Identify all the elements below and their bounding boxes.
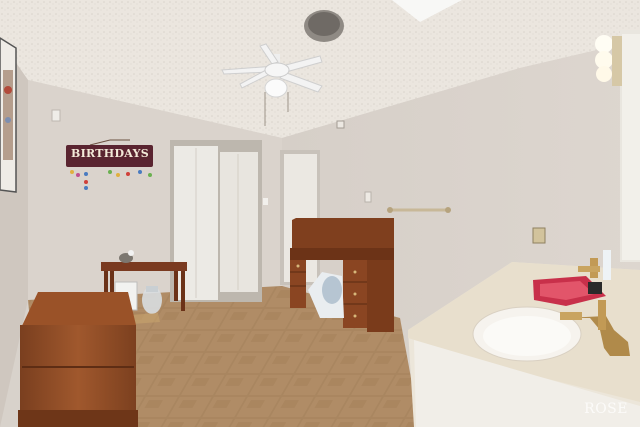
water-jug bbox=[142, 286, 162, 314]
birthdays-sign-text: BIRTHDAYS bbox=[71, 147, 149, 160]
outlet-plate bbox=[263, 198, 268, 205]
watermark-logo-text: ROSE bbox=[584, 401, 628, 417]
small-detector bbox=[336, 120, 345, 129]
light-switch bbox=[51, 109, 61, 122]
vanity-light bbox=[595, 35, 622, 86]
room-illustration bbox=[0, 0, 640, 427]
thermostat bbox=[364, 191, 372, 203]
wall-outlet bbox=[532, 227, 546, 244]
mirror bbox=[620, 30, 640, 262]
wall-art bbox=[0, 37, 17, 193]
photo-scene: BIRTHDAYS ROSE bbox=[0, 0, 640, 427]
smoke-detector bbox=[304, 10, 344, 42]
wooden-chest bbox=[18, 292, 138, 427]
